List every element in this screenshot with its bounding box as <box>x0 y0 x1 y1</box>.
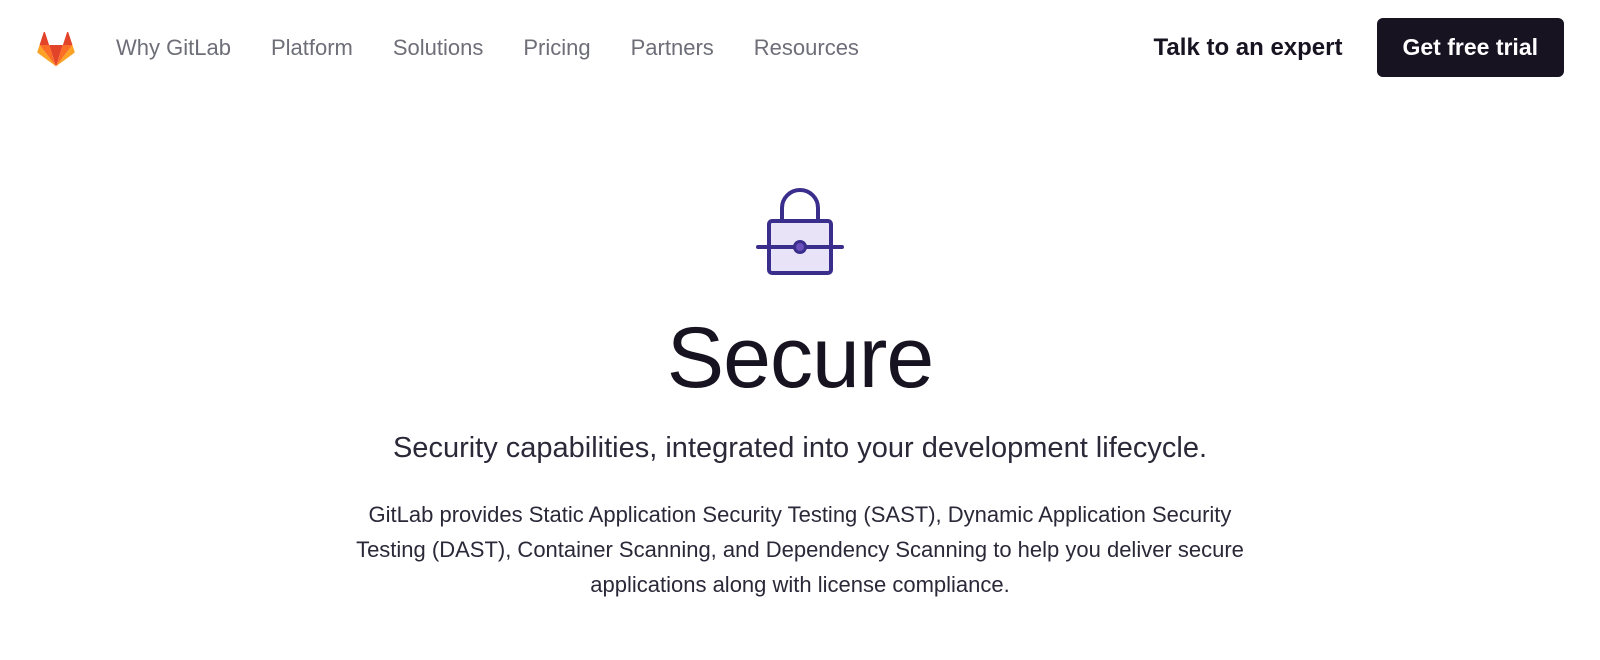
gitlab-logo[interactable] <box>36 28 76 68</box>
nav-item-why-gitlab[interactable]: Why GitLab <box>116 35 231 61</box>
talk-to-expert-link[interactable]: Talk to an expert <box>1154 34 1343 62</box>
nav-item-platform[interactable]: Platform <box>271 35 353 61</box>
nav-item-resources[interactable]: Resources <box>754 35 859 61</box>
page-subtitle: Security capabilities, integrated into y… <box>300 432 1300 465</box>
nav-item-solutions[interactable]: Solutions <box>393 35 484 61</box>
header-right: Talk to an expert Get free trial <box>1154 18 1564 77</box>
site-header: Why GitLab Platform Solutions Pricing Pa… <box>0 0 1600 95</box>
main-nav: Why GitLab Platform Solutions Pricing Pa… <box>116 35 859 61</box>
hero-section: Secure Security capabilities, integrated… <box>300 95 1300 603</box>
header-left: Why GitLab Platform Solutions Pricing Pa… <box>36 28 859 68</box>
lock-icon <box>742 175 858 291</box>
gitlab-logo-icon <box>36 29 76 67</box>
nav-item-pricing[interactable]: Pricing <box>523 35 590 61</box>
get-free-trial-button[interactable]: Get free trial <box>1377 18 1565 77</box>
page-title: Secure <box>300 309 1300 408</box>
nav-item-partners[interactable]: Partners <box>631 35 714 61</box>
page-description: GitLab provides Static Application Secur… <box>340 497 1260 603</box>
